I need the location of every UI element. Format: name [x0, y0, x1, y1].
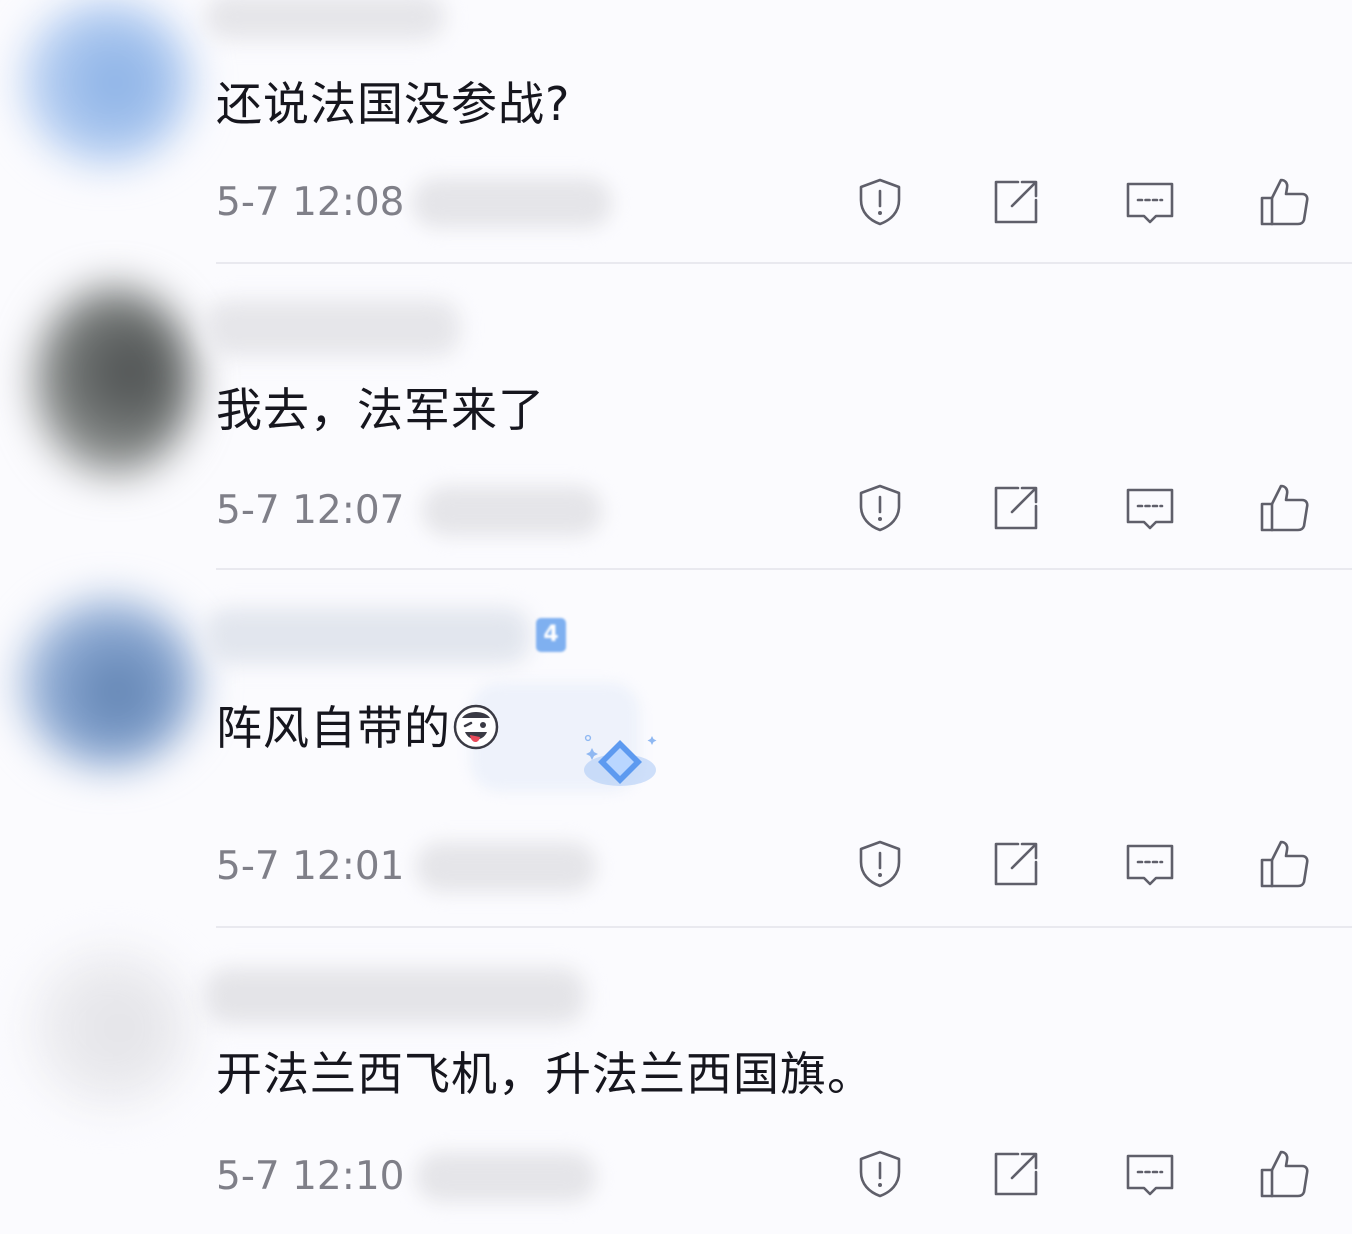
location-label: [412, 178, 612, 228]
shield-alert-icon: [859, 178, 901, 226]
shield-alert-icon: [859, 1150, 901, 1198]
share-external-icon: [994, 842, 1038, 886]
comment-timestamp: 5-7 12:07: [216, 488, 405, 533]
share-external-icon: [994, 1152, 1038, 1196]
shield-alert-icon: [859, 484, 901, 532]
like-button[interactable]: [1256, 174, 1312, 230]
comment-item: 4 阵风自带的 5-7 12:01: [0, 570, 1352, 928]
comments-screen: { "comments": [ { "text": "还说法国没参战?", "t…: [0, 0, 1352, 1234]
like-button[interactable]: [1256, 480, 1312, 536]
username[interactable]: [205, 608, 530, 664]
location-label: [416, 842, 596, 892]
location-label: [422, 486, 602, 536]
reply-button[interactable]: [1122, 1146, 1178, 1202]
comment-timestamp: 5-7 12:01: [216, 844, 405, 889]
reply-button[interactable]: [1122, 836, 1178, 892]
level-badge: 4: [536, 618, 566, 652]
comment-text: 阵风自带的: [216, 700, 499, 756]
comment-text: 还说法国没参战?: [216, 77, 571, 131]
username[interactable]: [205, 300, 460, 356]
comment-bubble-icon: [1126, 844, 1174, 886]
thumbs-up-icon: [1260, 1150, 1309, 1198]
share-button[interactable]: [988, 174, 1044, 230]
avatar[interactable]: [22, 0, 192, 165]
reply-button[interactable]: [1122, 174, 1178, 230]
comment-text: 开法兰西飞机，升法兰西国旗。: [216, 1047, 874, 1101]
comment-item: 我去，法军来了 5-7 12:07: [0, 264, 1352, 570]
like-button[interactable]: [1256, 836, 1312, 892]
comment-bubble-icon: [1126, 1154, 1174, 1196]
thumbs-up-icon: [1260, 484, 1309, 532]
share-button[interactable]: [988, 480, 1044, 536]
avatar[interactable]: [34, 286, 194, 476]
comment-item: 开法兰西飞机，升法兰西国旗。 5-7 12:10: [0, 928, 1352, 1234]
report-button[interactable]: [852, 1146, 908, 1202]
report-button[interactable]: [852, 174, 908, 230]
thumbs-up-icon: [1260, 840, 1309, 888]
avatar[interactable]: [20, 598, 198, 768]
share-button[interactable]: [988, 836, 1044, 892]
comment-item: 还说法国没参战? 5-7 12:08: [0, 0, 1352, 264]
comment-timestamp: 5-7 12:08: [216, 180, 405, 225]
reply-button[interactable]: [1122, 480, 1178, 536]
comment-timestamp: 5-7 12:10: [216, 1154, 405, 1199]
laughing-tongue-emoji: [453, 704, 499, 750]
comment-text: 我去，法军来了: [216, 383, 545, 437]
thumbs-up-icon: [1260, 178, 1309, 226]
share-external-icon: [994, 486, 1038, 530]
comment-bubble-icon: [1126, 488, 1174, 530]
comment-bubble-icon: [1126, 182, 1174, 224]
share-external-icon: [994, 180, 1038, 224]
report-button[interactable]: [852, 836, 908, 892]
username[interactable]: [205, 968, 585, 1024]
comment-text-content: 阵风自带的: [216, 701, 451, 755]
avatar[interactable]: [28, 948, 193, 1108]
report-button[interactable]: [852, 480, 908, 536]
location-label: [416, 1152, 596, 1202]
blue-diamond-sticker: [584, 734, 657, 786]
username[interactable]: [205, 0, 445, 40]
share-button[interactable]: [988, 1146, 1044, 1202]
shield-alert-icon: [859, 840, 901, 888]
like-button[interactable]: [1256, 1146, 1312, 1202]
